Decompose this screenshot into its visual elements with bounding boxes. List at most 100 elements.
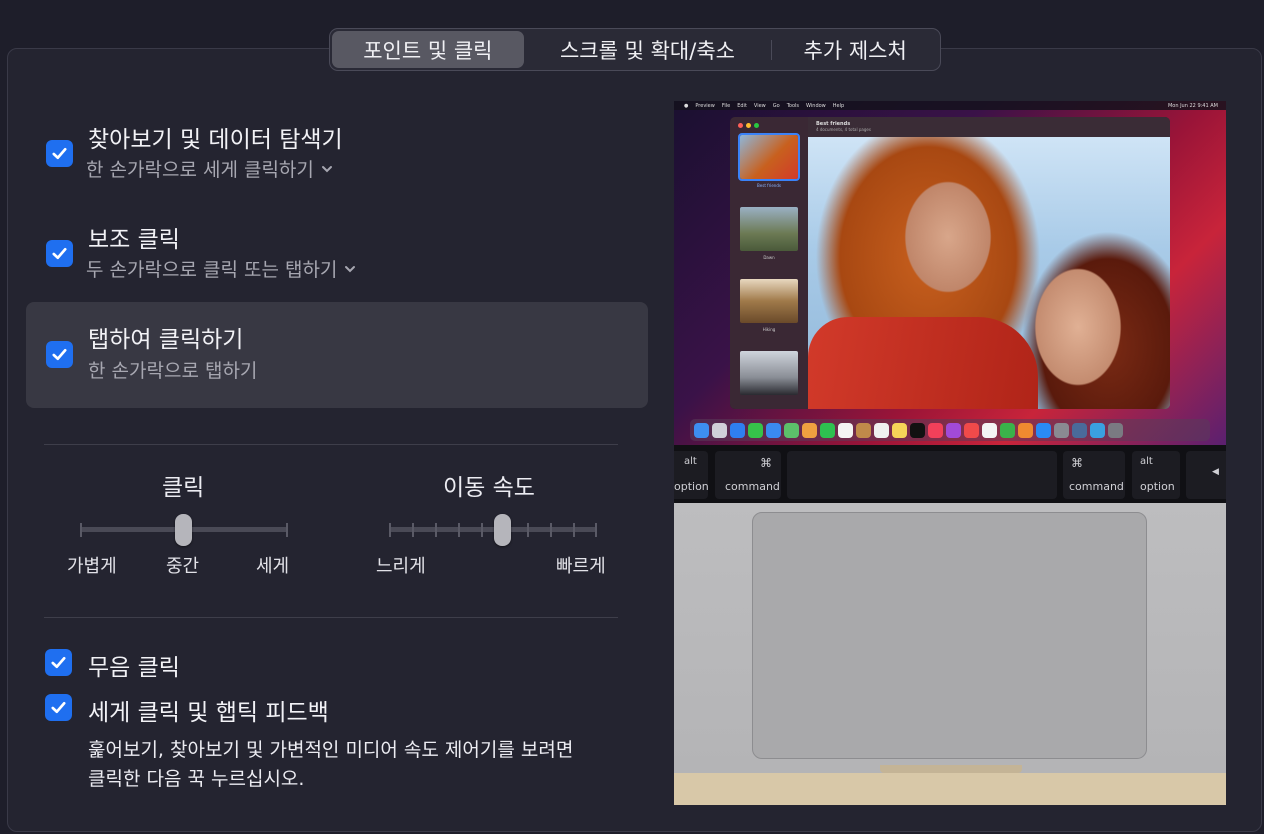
speed-slider-track[interactable] [389, 527, 597, 532]
trackpad [752, 512, 1147, 759]
safari-icon [730, 422, 745, 438]
thumbnail [738, 133, 800, 181]
numbers-icon [1000, 422, 1015, 438]
divider [44, 444, 618, 445]
speed-slider-label-fast: 빠르게 [556, 556, 606, 577]
slider-tick [481, 523, 483, 537]
tab-more-gestures[interactable]: 추가 제스처 [772, 31, 938, 68]
lookup-gesture-dropdown[interactable]: 한 손가락으로 세게 클릭하기 [86, 155, 334, 182]
tab-point-and-click[interactable]: 포인트 및 클릭 [332, 31, 524, 68]
keyboard: alt option ⌘ command ⌘ command alt optio… [674, 445, 1226, 503]
menu-item: Preview [695, 102, 715, 109]
minimize-icon [746, 123, 751, 128]
checkmark-icon [51, 656, 66, 669]
key-label: ⌘ [1071, 456, 1083, 470]
messages-icon [748, 422, 763, 438]
tap-to-click-row[interactable] [26, 302, 648, 408]
preview-sidebar: Best friends Dawn Hiking [730, 117, 808, 409]
downloads-icon [1090, 422, 1105, 438]
force-click-description-line1: 훑어보기, 찾아보기 및 가변적인 미디어 속도 제어기를 보려면 [88, 739, 574, 761]
photos-icon [802, 422, 817, 438]
key-label: command [725, 480, 780, 493]
dock [690, 419, 1210, 441]
silent-click-checkbox[interactable] [45, 649, 72, 676]
menu-clock: Mon Jun 22 9:41 AM [1167, 102, 1218, 109]
system-preferences-icon [1054, 422, 1069, 438]
arrow-left-icon: ◀ [1212, 467, 1219, 477]
thumbnail [740, 279, 798, 323]
menu-bar: ● Preview File Edit View Go Tools Window… [674, 101, 1226, 110]
key-label: option [674, 480, 709, 493]
tab-scroll-and-zoom[interactable]: 스크롤 및 확대/축소 [524, 31, 772, 68]
tv-icon [910, 422, 925, 438]
facetime-icon [820, 422, 835, 438]
slider-tick [595, 523, 597, 537]
zoom-icon [754, 123, 759, 128]
slider-tick [389, 523, 391, 537]
menu-item: Help [832, 102, 845, 109]
slider-tick [80, 523, 82, 537]
key-label: alt [684, 456, 697, 467]
menu-item: Edit [737, 102, 747, 109]
slider-tick [527, 523, 529, 537]
window-subtitle: 4 documents, 4 total pages [816, 127, 871, 132]
thumbnail [740, 207, 798, 251]
calendar-icon [838, 422, 853, 438]
slider-tick [435, 523, 437, 537]
launchpad-icon [712, 422, 727, 438]
speed-slider-label-slow: 느리게 [376, 556, 426, 577]
checkmark-icon [51, 701, 66, 714]
click-slider-title: 클릭 [162, 475, 205, 501]
thumbnail-caption: Dawn [763, 255, 775, 260]
click-slider-knob[interactable] [175, 514, 192, 546]
laptop-notch [880, 765, 1022, 773]
thumbnail-caption: Hiking [762, 327, 776, 332]
key-label: ⌘ [760, 456, 772, 470]
slider-tick [458, 523, 460, 537]
speed-slider-title: 이동 속도 [443, 475, 535, 501]
preview-window: Best friends Dawn Hiking Best friends 4 … [730, 117, 1170, 409]
key-label: command [1069, 480, 1124, 493]
checkmark-icon [52, 348, 67, 361]
news-icon [964, 422, 979, 438]
gesture-preview-image: ● Preview File Edit View Go Tools Window… [674, 101, 1226, 805]
space-bar [787, 451, 1057, 499]
key-label: alt [1140, 456, 1153, 467]
podcasts-icon [946, 422, 961, 438]
command-key-left: ⌘ command [715, 451, 781, 499]
command-key-right: ⌘ command [1063, 451, 1125, 499]
menu-item: File [721, 102, 731, 109]
photo-detail [808, 317, 1038, 409]
preview-app-icon [1072, 422, 1087, 438]
speed-slider-knob[interactable] [494, 514, 511, 546]
trash-icon [1108, 422, 1123, 438]
contacts-icon [856, 422, 871, 438]
slider-tick [286, 523, 288, 537]
maps-icon [784, 422, 799, 438]
click-slider-label-medium: 중간 [166, 556, 200, 577]
notes-icon [892, 422, 907, 438]
menu-item: Go [772, 102, 780, 109]
slider-tick [412, 523, 414, 537]
apple-icon: ● [684, 102, 689, 109]
menu-item: View [753, 102, 766, 109]
checkmark-icon [52, 147, 67, 160]
lookup-label: 찾아보기 및 데이터 탐색기 [88, 127, 343, 153]
window-controls [738, 123, 759, 128]
force-click-label: 세게 클릭 및 햅틱 피드백 [88, 700, 329, 726]
secondary-click-dropdown[interactable]: 두 손가락으로 클릭 또는 탭하기 [86, 255, 357, 282]
tap-to-click-description: 한 손가락으로 탭하기 [88, 360, 258, 382]
finder-icon [694, 422, 709, 438]
tap-to-click-checkbox[interactable] [46, 341, 73, 368]
lookup-gesture-value: 한 손가락으로 세게 클릭하기 [86, 159, 314, 181]
divider [44, 617, 618, 618]
tab-bar: 포인트 및 클릭 스크롤 및 확대/축소 추가 제스처 [329, 28, 941, 71]
close-icon [738, 123, 743, 128]
secondary-click-checkbox[interactable] [46, 240, 73, 267]
force-click-checkbox[interactable] [45, 694, 72, 721]
app-store-icon [1036, 422, 1051, 438]
music-icon [928, 422, 943, 438]
secondary-click-value: 두 손가락으로 클릭 또는 탭하기 [86, 259, 338, 281]
slider-tick [573, 523, 575, 537]
lookup-checkbox[interactable] [46, 140, 73, 167]
